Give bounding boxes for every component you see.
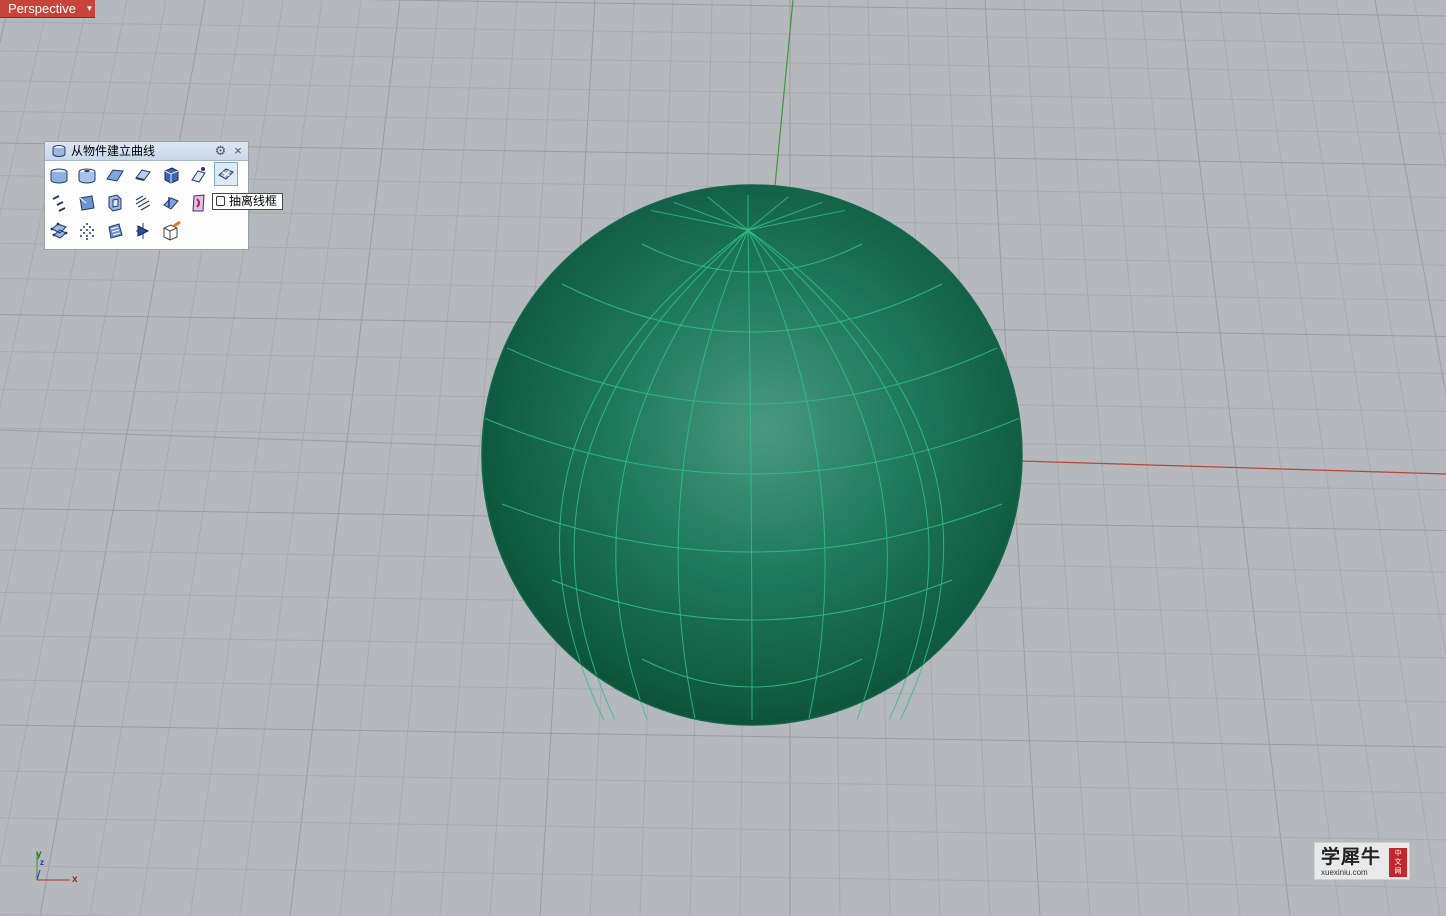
grid-line bbox=[1257, 0, 1391, 916]
pull-curve-button[interactable] bbox=[75, 163, 99, 187]
section-icon bbox=[135, 195, 151, 211]
grid-line bbox=[339, 0, 440, 916]
grid-line bbox=[1218, 0, 1341, 916]
close-icon[interactable]: × bbox=[231, 143, 245, 158]
toolbar-title: 从物件建立曲线 bbox=[71, 144, 156, 158]
x-axis-line bbox=[1019, 460, 1446, 475]
viewport-scene[interactable] bbox=[0, 0, 1446, 916]
tooltip-text: 抽离线框 bbox=[229, 194, 278, 208]
grid-line bbox=[0, 0, 167, 867]
extract-curvature-button[interactable] bbox=[75, 191, 99, 215]
grid-line bbox=[0, 817, 1446, 841]
grid-line bbox=[1179, 0, 1291, 916]
perspective-viewport[interactable] bbox=[0, 0, 1446, 916]
grid-line bbox=[1374, 0, 1446, 397]
tooltip-extract-wireframe: 抽离线框 bbox=[212, 193, 284, 210]
grid-line bbox=[0, 50, 1446, 74]
grid-line bbox=[0, 770, 1446, 794]
grid-line bbox=[0, 80, 1446, 104]
grid-line bbox=[0, 865, 1446, 889]
create-uv-curves-button[interactable] bbox=[103, 219, 127, 243]
duplicate-face-border-button[interactable] bbox=[159, 163, 183, 187]
x-axis-back-line bbox=[0, 429, 481, 447]
grid-line bbox=[1062, 0, 1141, 916]
grid-line bbox=[1101, 0, 1191, 916]
seal-char-1: 中 bbox=[1394, 849, 1402, 857]
extract-isocurve-icon bbox=[52, 195, 66, 212]
grid-line bbox=[0, 21, 1446, 45]
grid-line bbox=[239, 0, 362, 916]
world-axis-indicator: x y z bbox=[30, 850, 80, 885]
mesh-outline-icon bbox=[136, 223, 150, 239]
grid-line bbox=[1023, 0, 1091, 916]
extract-wireframe-button[interactable] bbox=[214, 162, 238, 186]
grid-line bbox=[139, 0, 284, 916]
contour-icon bbox=[108, 194, 122, 212]
extract-points-button[interactable] bbox=[47, 219, 71, 243]
duplicate-border-icon bbox=[135, 169, 151, 181]
point-cloud-icon bbox=[80, 223, 94, 240]
mesh-outline-button[interactable] bbox=[131, 219, 155, 243]
watermark-logo: 学犀牛 xuexiniu.com 中 文 网 bbox=[1314, 842, 1410, 880]
extract-isocurve-button[interactable] bbox=[47, 191, 71, 215]
grid-line bbox=[1296, 0, 1441, 916]
section-button[interactable] bbox=[131, 191, 155, 215]
watermark-url: xuexiniu.com bbox=[1321, 868, 1368, 877]
extract-curvature-icon bbox=[79, 195, 95, 211]
grid-line bbox=[1335, 0, 1446, 658]
watermark-seal: 中 文 网 bbox=[1389, 848, 1407, 877]
seal-char-2: 文 bbox=[1394, 858, 1402, 866]
viewport-menu-arrow-icon[interactable]: ▼ bbox=[84, 0, 95, 18]
grid-line bbox=[89, 0, 245, 916]
extract-wireframe-icon bbox=[218, 168, 234, 180]
seal-char-3: 网 bbox=[1394, 867, 1402, 875]
box-edges-button[interactable] bbox=[159, 219, 183, 243]
curve-from-object-icon bbox=[52, 145, 66, 157]
grid-line bbox=[0, 0, 50, 218]
grid-line bbox=[189, 0, 323, 916]
grid-line bbox=[361, 0, 1446, 17]
gear-icon[interactable]: ⚙ bbox=[213, 143, 228, 158]
grid-line bbox=[0, 0, 128, 625]
intersect-button[interactable] bbox=[159, 191, 183, 215]
grid-line bbox=[0, 110, 1446, 134]
box-edges-icon bbox=[163, 221, 181, 241]
grid-line bbox=[289, 0, 401, 916]
silhouette-icon bbox=[191, 167, 206, 183]
silhouette-button[interactable] bbox=[187, 163, 211, 187]
grid-line bbox=[0, 0, 11, 44]
toolbar-title-bar[interactable]: 从物件建立曲线 ⚙ × bbox=[45, 142, 248, 161]
grid-line bbox=[39, 0, 206, 916]
grid-line bbox=[0, 0, 89, 410]
grid-line bbox=[389, 0, 479, 916]
contour-button[interactable] bbox=[103, 191, 127, 215]
x-axis-label: x bbox=[72, 874, 78, 885]
grid-line bbox=[0, 724, 1446, 748]
grid-line bbox=[1140, 0, 1241, 916]
unroll-icon bbox=[192, 194, 205, 212]
duplicate-border-button[interactable] bbox=[131, 163, 155, 187]
create-uv-curves-icon bbox=[108, 223, 123, 239]
viewport-title-tab[interactable]: Perspective bbox=[0, 0, 86, 18]
duplicate-edge-icon bbox=[106, 169, 124, 182]
duplicate-edge-button[interactable] bbox=[103, 163, 127, 187]
watermark-name: 学犀牛 bbox=[1321, 846, 1382, 868]
unroll-button[interactable] bbox=[187, 191, 211, 215]
project-curve-button[interactable] bbox=[47, 163, 71, 187]
extract-points-icon bbox=[50, 222, 68, 239]
point-cloud-button[interactable] bbox=[75, 219, 99, 243]
intersect-icon bbox=[163, 197, 179, 210]
mouse-icon bbox=[216, 196, 225, 206]
z-axis-label: z bbox=[40, 858, 44, 867]
pull-curve-icon bbox=[78, 168, 96, 184]
project-curve-icon bbox=[50, 168, 68, 184]
duplicate-face-border-icon bbox=[164, 167, 179, 184]
